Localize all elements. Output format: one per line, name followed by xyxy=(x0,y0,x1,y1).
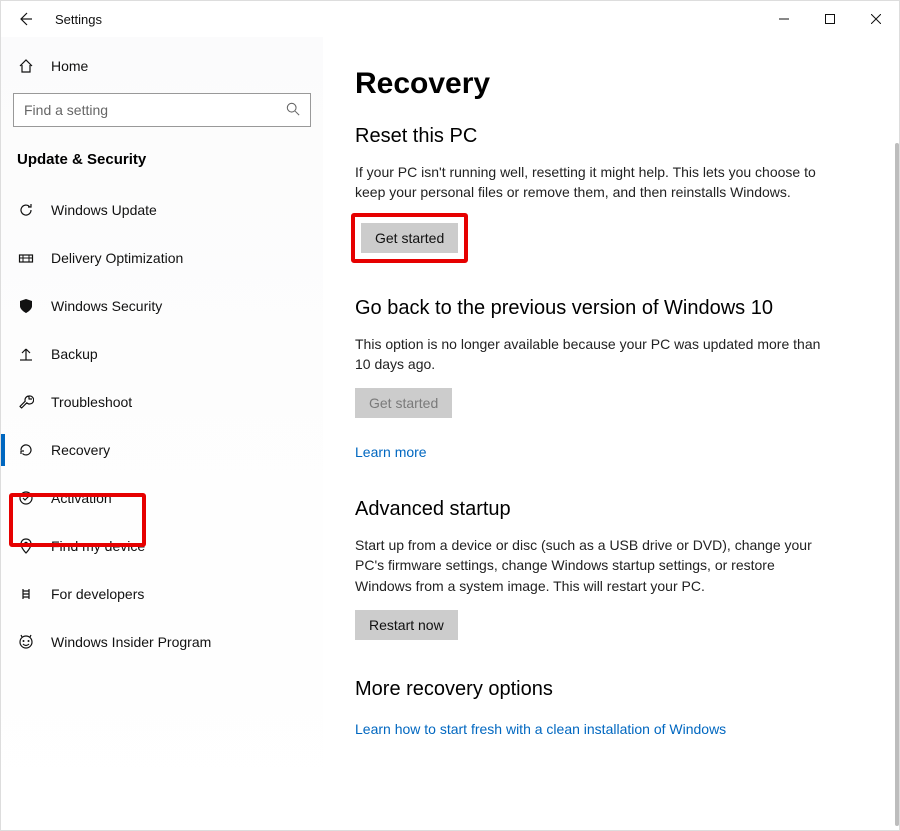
close-button[interactable] xyxy=(853,3,899,35)
sidebar-item-label: Windows Security xyxy=(51,298,162,314)
category-label: Update & Security xyxy=(1,141,323,186)
window-title: Settings xyxy=(55,12,102,27)
sidebar-item-label: Recovery xyxy=(51,442,110,458)
home-icon xyxy=(17,57,35,75)
findmydevice-icon xyxy=(17,537,35,555)
delivery-icon xyxy=(17,249,35,267)
insider-icon xyxy=(17,633,35,651)
sidebar-item-label: Windows Insider Program xyxy=(51,634,211,650)
sidebar-item-activation[interactable]: Activation xyxy=(1,474,323,522)
section-desc: This option is no longer available becau… xyxy=(355,334,835,375)
sidebar-item-windows-update[interactable]: Windows Update xyxy=(1,186,323,234)
titlebar: Settings xyxy=(1,1,899,37)
sidebar-item-label: Backup xyxy=(51,346,98,362)
minimize-button[interactable] xyxy=(761,3,807,35)
sidebar-item-for-developers[interactable]: For developers xyxy=(1,570,323,618)
sidebar-item-recovery[interactable]: Recovery xyxy=(1,426,323,474)
section-desc: Start up from a device or disc (such as … xyxy=(355,535,835,596)
section-heading: Go back to the previous version of Windo… xyxy=(355,297,867,320)
home-label: Home xyxy=(51,58,88,74)
shield-icon xyxy=(17,297,35,315)
sidebar-item-label: Activation xyxy=(51,490,112,506)
sidebar-item-label: For developers xyxy=(51,586,144,602)
goback-get-started-button: Get started xyxy=(355,388,452,418)
scrollbar[interactable] xyxy=(895,143,899,826)
home-link[interactable]: Home xyxy=(1,47,323,85)
goback-learn-more-link[interactable]: Learn more xyxy=(355,444,427,460)
search-box[interactable] xyxy=(13,93,311,127)
section-heading: More recovery options xyxy=(355,678,867,701)
sidebar-item-label: Find my device xyxy=(51,538,145,554)
sidebar-item-troubleshoot[interactable]: Troubleshoot xyxy=(1,378,323,426)
sidebar-item-find-my-device[interactable]: Find my device xyxy=(1,522,323,570)
back-button[interactable] xyxy=(17,11,33,27)
section-reset: Reset this PC If your PC isn't running w… xyxy=(355,125,867,259)
maximize-button[interactable] xyxy=(807,3,853,35)
sidebar-item-backup[interactable]: Backup xyxy=(1,330,323,378)
main-content: Recovery Reset this PC If your PC isn't … xyxy=(323,37,899,830)
restart-now-button[interactable]: Restart now xyxy=(355,610,458,640)
sidebar-item-delivery-optimization[interactable]: Delivery Optimization xyxy=(1,234,323,282)
recovery-icon xyxy=(17,441,35,459)
search-input[interactable] xyxy=(24,102,286,118)
section-heading: Reset this PC xyxy=(355,125,867,148)
troubleshoot-icon xyxy=(17,393,35,411)
search-icon xyxy=(286,102,300,119)
more-options-link[interactable]: Learn how to start fresh with a clean in… xyxy=(355,721,726,737)
section-heading: Advanced startup xyxy=(355,498,867,521)
section-goback: Go back to the previous version of Windo… xyxy=(355,297,867,461)
sidebar-item-windows-security[interactable]: Windows Security xyxy=(1,282,323,330)
sync-icon xyxy=(17,201,35,219)
developers-icon xyxy=(17,585,35,603)
reset-get-started-button[interactable]: Get started xyxy=(361,223,458,253)
section-advanced: Advanced startup Start up from a device … xyxy=(355,498,867,640)
sidebar-item-label: Windows Update xyxy=(51,202,157,218)
section-more: More recovery options Learn how to start… xyxy=(355,678,867,737)
sidebar: Home Update & Security Windows Update De… xyxy=(1,37,323,830)
activation-icon xyxy=(17,489,35,507)
sidebar-item-label: Troubleshoot xyxy=(51,394,132,410)
page-title: Recovery xyxy=(355,67,867,101)
section-desc: If your PC isn't running well, resetting… xyxy=(355,162,835,203)
backup-icon xyxy=(17,345,35,363)
sidebar-item-label: Delivery Optimization xyxy=(51,250,183,266)
sidebar-item-windows-insider-program[interactable]: Windows Insider Program xyxy=(1,618,323,666)
